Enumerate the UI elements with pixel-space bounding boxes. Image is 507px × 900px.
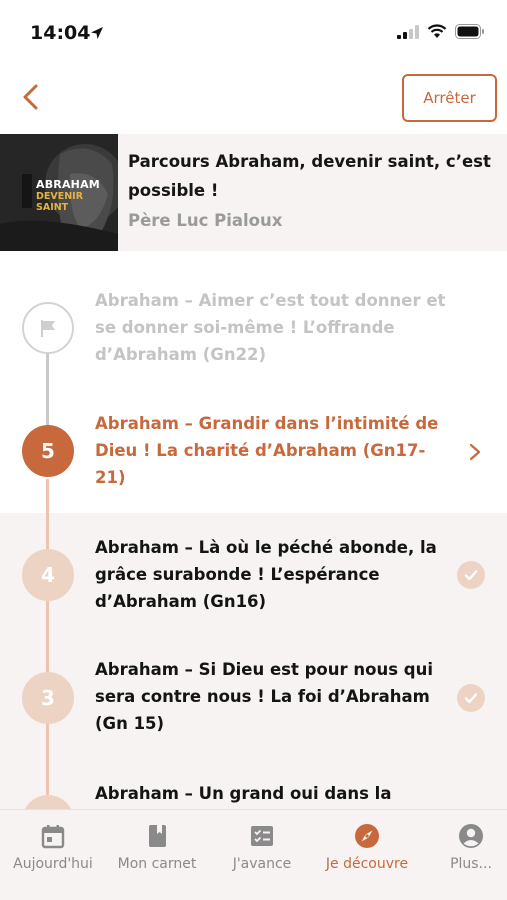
compass-icon — [355, 824, 379, 848]
step-completed[interactable]: Abraham – Un grand oui dans la — [0, 759, 507, 809]
back-chevron-icon[interactable] — [14, 80, 48, 114]
step-title: Abraham – Grandir dans l’intimité de Die… — [95, 414, 439, 487]
step-number-badge: 4 — [22, 549, 74, 601]
chevron-right-icon[interactable] — [465, 442, 485, 462]
step-number-badge: 3 — [22, 672, 74, 724]
step-title: Abraham – Un grand oui dans la — [95, 784, 392, 803]
step-number-badge — [22, 795, 74, 809]
step-locked-marker — [22, 302, 74, 354]
stop-button[interactable]: Arrêter — [402, 74, 497, 122]
course-thumbnail: ABRAHAM DEVENIR SAINT — [0, 134, 118, 251]
course-title: Parcours Abraham, devenir saint, c’est p… — [128, 152, 491, 200]
tab-label: Plus... — [450, 856, 492, 872]
step-current[interactable]: 5 Abraham – Grandir dans l’intimité de D… — [0, 381, 507, 511]
cellular-signal-icon — [397, 24, 419, 39]
course-header: ABRAHAM DEVENIR SAINT Parcours Abraham, … — [0, 134, 507, 251]
tab-label: Aujourd'hui — [13, 856, 93, 872]
account-icon — [459, 824, 483, 848]
location-arrow-icon — [91, 27, 103, 39]
thumbnail-subtitle: DEVENIR SAINT — [36, 191, 84, 213]
course-author: Père Luc Pialoux — [128, 211, 283, 230]
step-number-badge: 5 — [22, 425, 74, 477]
flag-icon — [41, 320, 55, 337]
navigation-bar: Arrêter — [0, 66, 507, 134]
status-time: 14:04 — [30, 22, 91, 44]
status-icons — [397, 24, 485, 39]
step-title: Abraham – Là où le péché abonde, la grâc… — [95, 538, 437, 611]
tab-today[interactable]: Aujourd'hui — [0, 822, 108, 872]
step-completed[interactable]: 3 Abraham – Si Dieu est pour nous qui se… — [0, 636, 507, 758]
step-completed[interactable]: 4 Abraham – Là où le péché abonde, la gr… — [0, 513, 507, 635]
tab-label: Je découvre — [325, 856, 409, 872]
tab-label: Mon carnet — [117, 856, 197, 872]
step-title: Abraham – Si Dieu est pour nous qui sera… — [95, 660, 434, 733]
calendar-icon — [41, 825, 65, 849]
notebook-icon — [149, 825, 166, 847]
tab-bar: Aujourd'hui Mon carnet J'avance Je décou… — [0, 809, 507, 900]
tab-notebook[interactable]: Mon carnet — [102, 822, 212, 872]
checklist-icon — [251, 826, 273, 846]
steps-list: Abraham – Aimer c’est tout donner et se … — [0, 251, 507, 809]
check-icon — [457, 684, 485, 712]
tab-more[interactable]: Plus... — [416, 822, 507, 872]
check-icon — [457, 561, 485, 589]
tab-discover[interactable]: Je découvre — [312, 822, 422, 872]
battery-icon — [455, 24, 484, 39]
status-bar: 14:04 — [0, 0, 507, 66]
wifi-icon — [427, 24, 447, 38]
tab-label: J'avance — [232, 856, 292, 872]
thumbnail-title: ABRAHAM — [36, 178, 100, 191]
step-title: Abraham – Aimer c’est tout donner et se … — [95, 291, 446, 364]
tab-progress[interactable]: J'avance — [207, 822, 317, 872]
